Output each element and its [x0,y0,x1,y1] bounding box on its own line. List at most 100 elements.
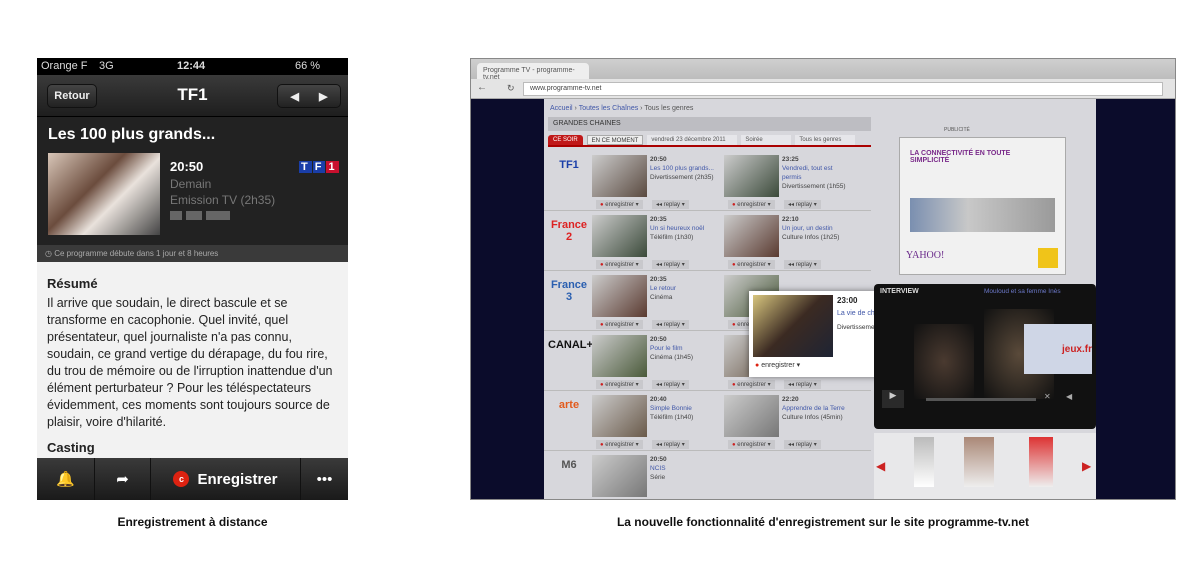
record-button[interactable]: ● enregistrer ▾ [596,440,643,449]
genre-select[interactable]: Tous les genres [795,135,856,145]
address-bar-row: ← ↻ www.programme-tv.net [471,79,1175,99]
program-info: 20:50 NCIS Série [650,455,720,482]
record-button[interactable]: ● enregistrer ▾ [596,380,643,389]
phone-screenshot: Orange F 3G 12:44 66 % Retour TF1 ◀ ▶ Le… [37,58,348,500]
program-day: Demain [170,177,212,191]
program-thumbnail[interactable] [592,455,647,497]
program-thumbnail[interactable] [592,155,647,197]
popup-thumbnail [753,295,833,357]
popup-time: 23:00 [837,296,858,305]
program-time: 20:35 [650,276,667,283]
video-subtitle[interactable]: Mouloud et sa femme Inès [984,288,1061,295]
url-input[interactable]: www.programme-tv.net [523,82,1163,96]
section-header: GRANDES CHAINES [548,117,871,131]
program-info: 20:50 Les 100 plus grands... Divertissem… [650,155,720,182]
video-seek-bar[interactable] [926,398,1036,401]
date-select[interactable]: vendredi 23 décembre 2011 [647,135,738,145]
channel-logo[interactable]: France 3 [548,279,590,303]
tab-tonight[interactable]: CE SOIR [548,135,583,145]
record-button[interactable]: ● enregistrer ▾ [728,380,775,389]
record-button[interactable]: ● enregistrer ▾ [728,440,775,449]
program-type: Emission TV (2h35) [170,193,276,207]
replay-button[interactable]: ◂◂ replay ▾ [784,260,821,269]
carousel-next-icon[interactable]: ▶ [1082,459,1091,473]
channel-row: arte 20:40 Simple Bonnie Téléfilm (1h40)… [544,391,871,451]
caption-right: La nouvelle fonctionnalité d'enregistrem… [616,515,1030,529]
record-button[interactable]: ● enregistrer ▾ [596,260,643,269]
battery: 66 % [295,60,321,72]
program-desc: Série [650,474,666,481]
prev-arrow-icon[interactable]: ◀ [291,90,299,103]
record-button[interactable]: ● enregistrer ▾ [728,260,775,269]
replay-button[interactable]: ◂◂ replay ▾ [652,380,689,389]
browser-tab[interactable]: Programme TV - programme-tv.net [477,63,589,81]
program-thumbnail[interactable] [724,155,779,197]
more-button[interactable]: ••• [301,458,348,500]
replay-button[interactable]: ◂◂ replay ▾ [652,320,689,329]
program-desc: Téléfilm (1h30) [650,234,694,241]
program-desc: Culture Infos (45min) [782,414,843,421]
caption-left: Enregistrement à distance [117,515,268,529]
channel-logo[interactable]: M6 [548,459,590,471]
popup-record-button[interactable]: ● enregistrer ▾ [755,361,800,369]
record-button[interactable]: ● enregistrer ▾ [596,200,643,209]
next-arrow-icon[interactable]: ▶ [319,90,327,103]
bell-icon[interactable]: 🔔 [37,458,95,500]
replay-button[interactable]: ◂◂ replay ▾ [652,260,689,269]
replay-button[interactable]: ◂◂ replay ▾ [652,440,689,449]
program-title[interactable]: Le retour [650,284,720,293]
back-arrow-icon[interactable]: ← [477,82,487,93]
record-button[interactable]: ● enregistrer ▾ [728,200,775,209]
program-time: 22:10 [782,216,799,223]
play-button[interactable]: ▶ [882,390,904,408]
program-thumbnail[interactable] [592,335,647,377]
program-info: 23:25 Vendredi, tout est permis Divertis… [782,155,852,191]
channel-logo[interactable]: TF1 [548,159,590,171]
ad-banner[interactable]: LA CONNECTIVITÉ EN TOUTE SIMPLICITÉ YAHO… [899,137,1066,275]
replay-button[interactable]: ◂◂ replay ▾ [784,200,821,209]
ad-cars-image [910,198,1055,232]
program-title[interactable]: Vendredi, tout est permis [782,164,852,182]
program-desc: Divertissement (2h35) [650,174,714,181]
program-title[interactable]: Apprendre de la Terre [782,404,852,413]
channel-logo[interactable]: CANAL+ [548,339,593,351]
carousel-prev-icon[interactable]: ◀ [876,459,885,473]
reload-icon[interactable]: ↻ [507,83,515,94]
period-select[interactable]: Soirée [741,135,792,145]
fullscreen-icon[interactable]: ✕ [1044,392,1051,401]
volume-icon[interactable]: ◀ [1066,392,1072,401]
program-title[interactable]: Les 100 plus grands... [650,164,720,173]
program-thumbnail [48,153,160,235]
record-button[interactable]: ● enregistrer ▾ [596,320,643,329]
program-title[interactable]: Un jour, un destin [782,224,852,233]
program-thumbnail[interactable] [724,215,779,257]
share-icon[interactable]: ➦ [95,458,151,500]
replay-button[interactable]: ◂◂ replay ▾ [784,380,821,389]
program-thumbnail[interactable] [724,395,779,437]
channel-logo[interactable]: France 2 [548,219,590,243]
program-title[interactable]: Un si heureux noël [650,224,720,233]
ad-brand: YAHOO! [906,250,945,261]
ad-label: PUBLICITÉ [944,127,970,133]
program-title: Les 100 plus grands... [48,126,216,143]
replay-button[interactable]: ◂◂ replay ▾ [784,440,821,449]
program-info: 20:50 Pour le film Cinéma (1h45) [650,335,720,362]
summary-text: Il arrive que soudain, le direct bascule… [47,296,333,429]
program-title[interactable]: Simple Bonnie [650,404,720,413]
program-info: 20:35 Le retour Cinéma [650,275,720,302]
program-title[interactable]: Pour le film [650,344,720,353]
program-thumbnail[interactable] [592,215,647,257]
ad-headline: LA CONNECTIVITÉ EN TOUTE SIMPLICITÉ [910,150,1011,164]
replay-button[interactable]: ◂◂ replay ▾ [652,200,689,209]
channel-logo[interactable]: arte [548,399,590,411]
program-title[interactable]: NCIS [650,464,720,473]
program-desc: Cinéma (1h45) [650,354,693,361]
program-thumbnail[interactable] [592,395,647,437]
summary-section: Résumé Il arrive que soudain, le direct … [37,262,348,458]
program-thumbnail[interactable] [592,275,647,317]
record-button[interactable]: c Enregistrer [151,458,301,500]
clock: 12:44 [177,60,206,72]
summary-heading: Résumé [47,276,98,291]
tab-now[interactable]: EN CE MOMENT [586,135,644,145]
program-desc: Téléfilm (1h40) [650,414,694,421]
